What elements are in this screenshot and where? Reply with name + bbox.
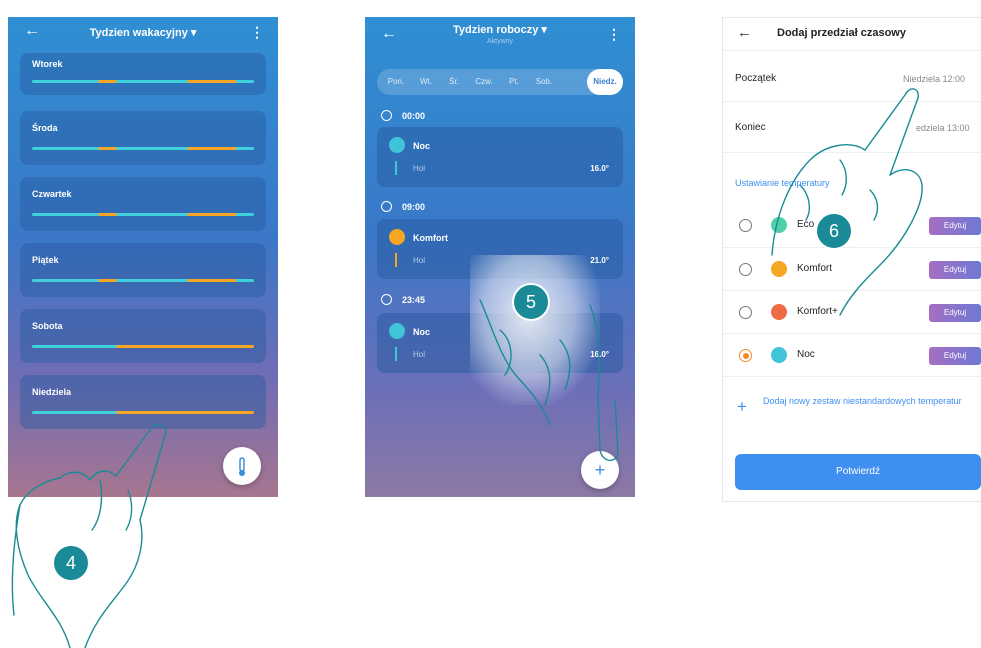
step-badge: 6 <box>815 212 853 250</box>
pointing-hand-icon <box>479 299 619 461</box>
pointing-hand-icon <box>11 423 167 648</box>
step-badge: 4 <box>54 546 88 580</box>
pointing-hand-icon <box>771 88 923 316</box>
hand-overlay <box>11 88 923 648</box>
step-badge: 5 <box>512 283 550 321</box>
